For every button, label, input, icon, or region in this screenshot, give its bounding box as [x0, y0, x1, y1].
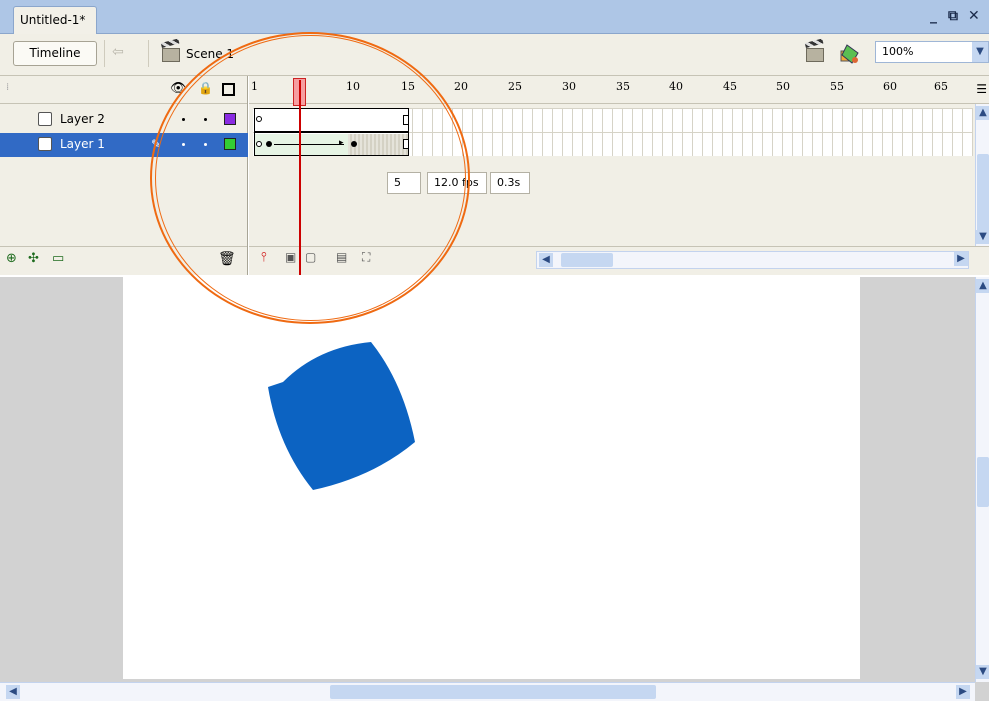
chevron-up-icon[interactable]: ▲	[976, 279, 989, 293]
title-bar: Untitled-1* _ ⧉ ✕	[0, 0, 989, 34]
chevron-down-icon[interactable]: ▼	[976, 230, 989, 244]
ruler-tick: 50	[776, 80, 790, 93]
scene-clapper-icon	[162, 48, 180, 62]
chevron-right-icon[interactable]: ▶	[954, 252, 968, 266]
ruler-tick: 65	[934, 80, 948, 93]
chevron-left-icon[interactable]: ◀	[539, 253, 553, 267]
insert-folder-icon[interactable]: ▭	[52, 251, 64, 266]
ruler-tick: 40	[669, 80, 683, 93]
scroll-thumb[interactable]	[977, 154, 989, 234]
timeline-horizontal-scrollbar[interactable]: ◀	[536, 251, 969, 269]
layer-name: Layer 2	[60, 112, 105, 126]
scroll-thumb[interactable]	[977, 457, 989, 507]
scroll-thumb[interactable]	[561, 253, 613, 267]
layer-icon	[38, 112, 52, 126]
restore-icon[interactable]: ⧉	[948, 8, 958, 24]
edit-bar: Timeline ⇦ Scene 1 100% ▼	[0, 34, 989, 76]
ruler-tick: 25	[508, 80, 522, 93]
minimize-icon[interactable]: _	[930, 8, 937, 24]
zoom-value: 100%	[882, 45, 914, 58]
layer-name: Layer 1	[60, 137, 105, 151]
ruler-tick: 60	[883, 80, 897, 93]
elapsed-time-field: 0.3s	[490, 172, 530, 194]
timeline-menu-icon[interactable]: ☰	[976, 82, 987, 96]
close-icon[interactable]: ✕	[968, 8, 980, 24]
stage-canvas[interactable]	[123, 277, 860, 679]
back-arrow-icon[interactable]: ⇦	[112, 44, 124, 60]
zoom-select[interactable]: 100% ▼	[875, 41, 989, 63]
scroll-thumb[interactable]	[330, 685, 656, 699]
divider	[148, 40, 149, 67]
grip-icon[interactable]: ⁞	[6, 82, 9, 93]
ruler-tick: 20	[454, 80, 468, 93]
edit-scene-icon[interactable]	[806, 48, 824, 62]
ruler-tick: 35	[616, 80, 630, 93]
ruler-tick: 55	[830, 80, 844, 93]
chevron-down-icon[interactable]: ▼	[976, 665, 989, 679]
highlight-circle-inner	[155, 35, 466, 321]
chevron-up-icon[interactable]: ▲	[976, 106, 989, 120]
divider	[104, 40, 105, 67]
insert-layer-icon[interactable]: ⊕	[6, 251, 17, 266]
chevron-down-icon[interactable]: ▼	[972, 42, 988, 62]
timeline-vertical-scrollbar[interactable]: ▲ ▼	[975, 104, 989, 246]
document-tab-label: Untitled-1*	[20, 13, 86, 27]
ruler-tick: 30	[562, 80, 576, 93]
add-motion-guide-icon[interactable]: ✣	[28, 251, 39, 266]
chevron-right-icon[interactable]: ▶	[956, 685, 970, 699]
timeline-button[interactable]: Timeline	[13, 41, 97, 66]
ruler-tick: 45	[723, 80, 737, 93]
layer-icon	[38, 137, 52, 151]
chevron-left-icon[interactable]: ◀	[6, 685, 20, 699]
stage-area: ▲ ▼	[0, 277, 989, 701]
stage-vertical-scrollbar[interactable]: ▲ ▼	[975, 277, 989, 682]
stage-horizontal-scrollbar[interactable]: ◀ ▶	[0, 682, 975, 701]
document-tab[interactable]: Untitled-1*	[13, 6, 97, 34]
edit-symbols-icon[interactable]	[838, 43, 860, 65]
blue-rounded-square-shape[interactable]	[263, 337, 423, 497]
